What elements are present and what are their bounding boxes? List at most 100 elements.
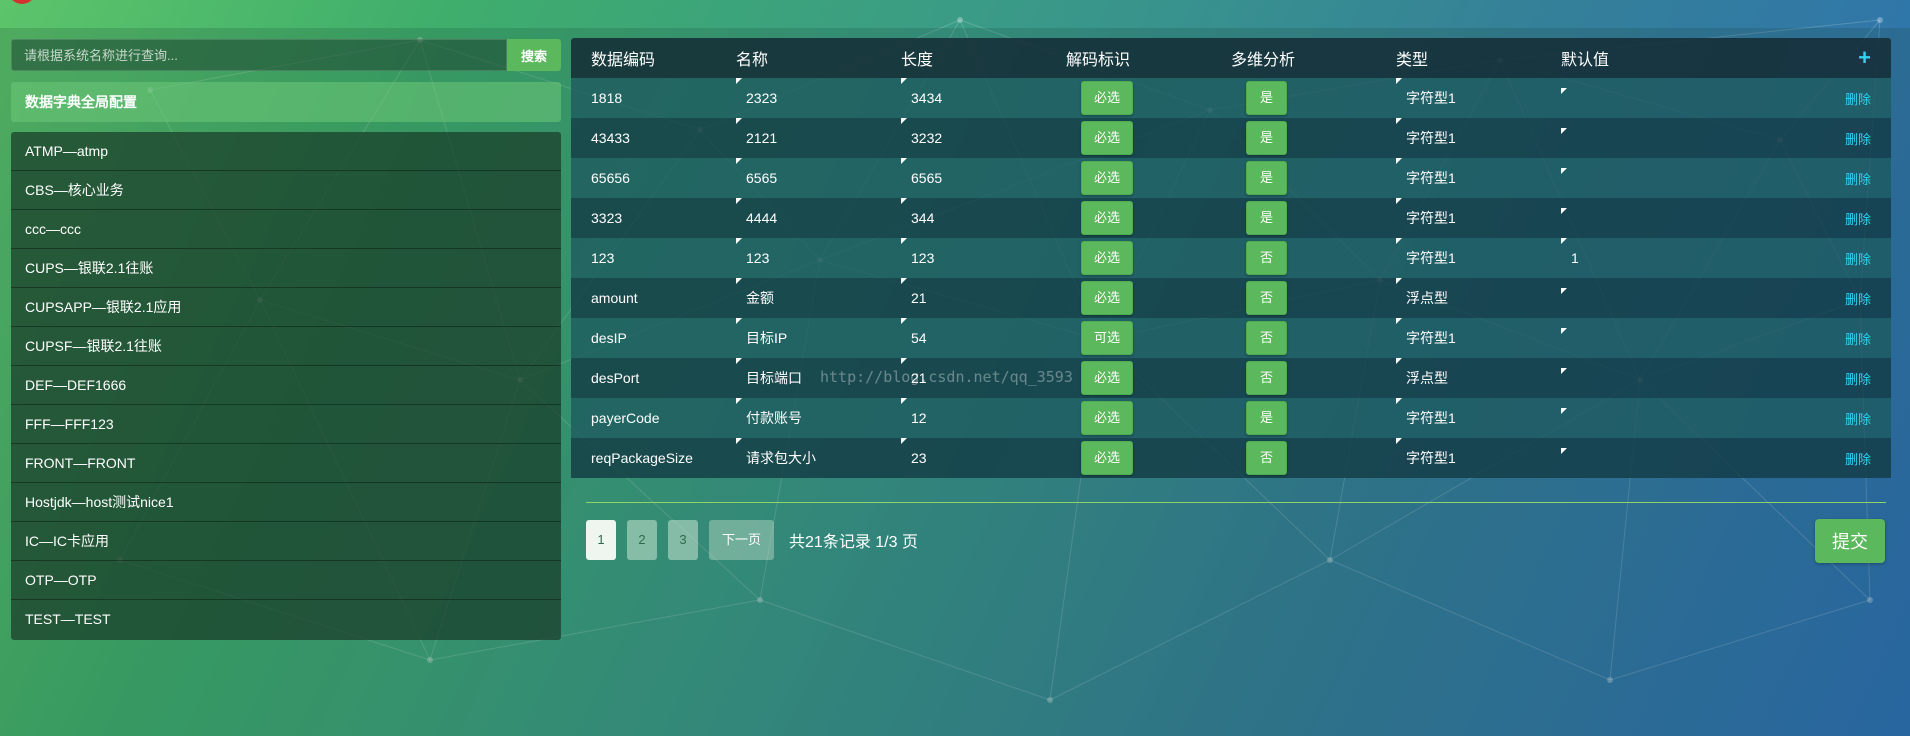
delete-link[interactable]: 删除 [1845,132,1871,147]
delete-link[interactable]: 删除 [1845,292,1871,307]
pagination: 1 2 3 下一页 共21条记录 1/3 页 [586,519,918,561]
multi-analysis-button[interactable]: 否 [1246,441,1288,475]
delete-link[interactable]: 删除 [1845,172,1871,187]
header-default: 默认值 [1561,52,1610,69]
delete-link[interactable]: 删除 [1845,332,1871,347]
decode-flag-button[interactable]: 必选 [1081,441,1134,475]
page-button-3[interactable]: 3 [668,520,698,560]
cell-type[interactable]: 字符型1 [1396,118,1561,148]
cell-name[interactable]: 6565 [736,158,901,188]
page-button-1[interactable]: 1 [586,520,616,560]
cell-default[interactable]: 1 [1561,238,1756,268]
header-name: 名称 [736,52,769,69]
delete-link[interactable]: 删除 [1845,92,1871,107]
system-list-item[interactable]: CUPS—银联2.1往账 [11,249,561,288]
decode-flag-button[interactable]: 可选 [1081,321,1134,355]
cell-length[interactable]: 344 [901,198,1066,228]
cell-length[interactable]: 3434 [901,78,1066,108]
decode-flag-button[interactable]: 必选 [1081,401,1134,435]
submit-button[interactable]: 提交 [1815,519,1885,563]
header-multi-analysis: 多维分析 [1231,52,1296,69]
cell-length[interactable]: 123 [901,238,1066,268]
system-list-item[interactable]: ATMP—atmp [11,132,561,171]
multi-analysis-button[interactable]: 否 [1246,241,1288,275]
cell-length[interactable]: 3232 [901,118,1066,148]
table-row: 1818 2323 3434 必选 是 字符型1 删除 [571,78,1891,118]
decode-flag-button[interactable]: 必选 [1081,161,1134,195]
cell-type[interactable]: 浮点型 [1396,358,1561,388]
system-list: ATMP—atmp CBS—核心业务 ccc—ccc CUPS—银联2.1往账 CUPS… [11,132,561,640]
multi-analysis-button[interactable]: 是 [1246,81,1288,115]
multi-analysis-button[interactable]: 是 [1246,121,1288,155]
decode-flag-button[interactable]: 必选 [1081,361,1134,395]
system-list-item[interactable]: CUPSF—银联2.1往账 [11,327,561,366]
cell-code: desPort [591,370,640,386]
cell-length[interactable]: 21 [901,358,1066,388]
cell-type[interactable]: 字符型1 [1396,158,1561,188]
cell-type[interactable]: 浮点型 [1396,278,1561,308]
cell-name[interactable]: 请求包大小 [736,438,901,468]
cell-type[interactable]: 字符型1 [1396,398,1561,428]
multi-analysis-button[interactable]: 是 [1246,401,1288,435]
cell-name[interactable]: 金额 [736,278,901,308]
system-search: 搜索 [11,39,561,71]
system-list-item[interactable]: IC—IC卡应用 [11,522,561,561]
cell-type[interactable]: 字符型1 [1396,318,1561,348]
search-button[interactable]: 搜索 [507,39,561,71]
cell-type[interactable]: 字符型1 [1396,78,1561,108]
table-row: payerCode 付款账号 12 必选 是 字符型1 删除 [571,398,1891,438]
system-list-item[interactable]: FFF—FFF123 [11,405,561,444]
system-list-item[interactable]: TEST—TEST [11,600,561,638]
system-list-item[interactable]: FRONT—FRONT [11,444,561,483]
next-page-button[interactable]: 下一页 [709,520,775,560]
decode-flag-button[interactable]: 必选 [1081,201,1134,235]
decode-flag-button[interactable]: 必选 [1081,241,1134,275]
system-list-item[interactable]: CUPSAPP—银联2.1应用 [11,288,561,327]
cell-name[interactable]: 付款账号 [736,398,901,428]
cell-type[interactable]: 字符型1 [1396,238,1561,268]
system-list-item[interactable]: CBS—核心业务 [11,171,561,210]
cell-type[interactable]: 字符型1 [1396,198,1561,228]
multi-analysis-button[interactable]: 是 [1246,161,1288,195]
cell-code: 3323 [591,210,623,226]
cell-length[interactable]: 12 [901,398,1066,428]
page-button-2[interactable]: 2 [627,520,657,560]
cell-name[interactable]: 2323 [736,78,901,108]
multi-analysis-button[interactable]: 是 [1246,201,1288,235]
cell-name[interactable]: 123 [736,238,901,268]
system-list-item[interactable]: OTP—OTP [11,561,561,600]
cell-name[interactable]: 2121 [736,118,901,148]
system-list-item[interactable]: DEF—DEF1666 [11,366,561,405]
delete-link[interactable]: 删除 [1845,252,1871,267]
decode-flag-button[interactable]: 必选 [1081,281,1134,315]
system-list-item[interactable]: Hostjdk—host测试nice1 [11,483,561,522]
cell-name[interactable]: 目标IP [736,318,901,348]
table-row: 65656 6565 6565 必选 是 字符型1 删除 [571,158,1891,198]
delete-link[interactable]: 删除 [1845,412,1871,427]
system-search-input[interactable] [11,39,507,71]
decode-flag-button[interactable]: 必选 [1081,81,1134,115]
cell-length[interactable]: 23 [901,438,1066,468]
delete-link[interactable]: 删除 [1845,212,1871,227]
cell-code: 1818 [591,90,623,106]
table-row: desIP 目标IP 54 可选 否 字符型1 删除 [571,318,1891,358]
cell-length[interactable]: 21 [901,278,1066,308]
cell-name[interactable]: 4444 [736,198,901,228]
delete-link[interactable]: 删除 [1845,372,1871,387]
multi-analysis-button[interactable]: 否 [1246,321,1288,355]
data-dictionary-table: 数据编码 名称 长度 解码标识 多维分析 类型 默认值 + 1818 2323 34… [571,38,1891,478]
delete-link[interactable]: 删除 [1845,452,1871,467]
system-list-item[interactable]: ccc—ccc [11,210,561,249]
cell-name[interactable]: 目标端口 [736,358,901,388]
multi-analysis-button[interactable]: 否 [1246,361,1288,395]
multi-analysis-button[interactable]: 否 [1246,281,1288,315]
cell-length[interactable]: 54 [901,318,1066,348]
table-row: 3323 4444 344 必选 是 字符型1 删除 [571,198,1891,238]
cell-length[interactable]: 6565 [901,158,1066,188]
cell-code: 65656 [591,170,630,186]
cell-type[interactable]: 字符型1 [1396,438,1561,468]
global-config-button[interactable]: 数据字典全局配置 [11,82,561,122]
header-length: 长度 [901,52,934,69]
plus-icon[interactable]: + [1858,45,1871,70]
decode-flag-button[interactable]: 必选 [1081,121,1134,155]
